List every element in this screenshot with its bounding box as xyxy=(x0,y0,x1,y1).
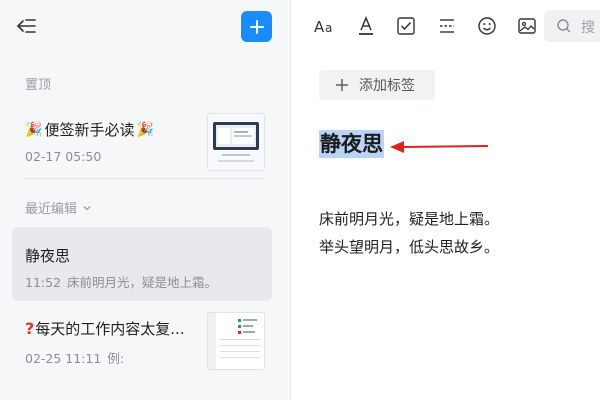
note-thumbnail xyxy=(207,113,265,171)
document-title[interactable]: 静夜思 xyxy=(319,130,384,158)
editor-pane xyxy=(291,0,600,400)
note-title: 静夜思 xyxy=(25,247,71,265)
annotation-arrow-icon xyxy=(390,141,489,153)
search-input[interactable]: 搜 xyxy=(544,10,600,42)
new-note-button[interactable] xyxy=(241,11,272,42)
svg-text:a: a xyxy=(325,21,332,35)
back-icon[interactable] xyxy=(14,14,40,40)
plus-icon xyxy=(336,79,348,91)
list-item[interactable]: 🎉 便签新手必读 🎉 02-17 05:50 xyxy=(25,119,205,169)
note-thumbnail xyxy=(207,312,265,370)
search-placeholder: 搜 xyxy=(581,20,595,36)
svg-text:A: A xyxy=(314,18,325,36)
note-preview: 例: xyxy=(107,351,125,366)
text-color-icon[interactable] xyxy=(354,13,378,39)
search-icon xyxy=(557,19,571,33)
note-date: 02-25 11:11 xyxy=(25,351,102,366)
question-mark-icon: ? xyxy=(25,319,35,338)
image-icon[interactable] xyxy=(515,13,539,39)
note-preview: 床前明月光，疑是地上霜。 xyxy=(67,275,218,290)
party-popper-icon: 🎉 xyxy=(136,121,154,138)
recent-section-header[interactable]: 最近编辑 xyxy=(25,198,93,217)
recent-section-label: 最近编辑 xyxy=(25,202,78,217)
document-body-line[interactable]: 床前明月光，疑是地上霜。 xyxy=(319,208,499,229)
font-size-icon[interactable]: A a xyxy=(313,13,337,39)
emoji-icon[interactable] xyxy=(475,13,499,39)
plus-icon xyxy=(249,19,264,34)
pinned-section-label: 置顶 xyxy=(25,78,52,93)
list-item[interactable]: ? 每天的工作内容太复... 02-25 11:11 例: xyxy=(25,318,205,368)
divider xyxy=(25,178,265,179)
chevron-down-icon xyxy=(83,205,91,210)
add-tag-label: 添加标签 xyxy=(359,78,415,94)
document-body-line[interactable]: 举头望明月，低头思故乡。 xyxy=(319,236,499,257)
note-title: 每天的工作内容太复... xyxy=(35,320,185,338)
note-date: 11:52 xyxy=(25,275,62,290)
note-title: 便签新手必读 xyxy=(44,121,135,139)
add-tag-button[interactable]: 添加标签 xyxy=(319,70,435,100)
checkbox-icon[interactable] xyxy=(394,13,418,39)
party-popper-icon: 🎉 xyxy=(25,121,43,138)
note-date: 02-17 05:50 xyxy=(25,149,102,164)
divider-icon[interactable] xyxy=(435,13,459,39)
